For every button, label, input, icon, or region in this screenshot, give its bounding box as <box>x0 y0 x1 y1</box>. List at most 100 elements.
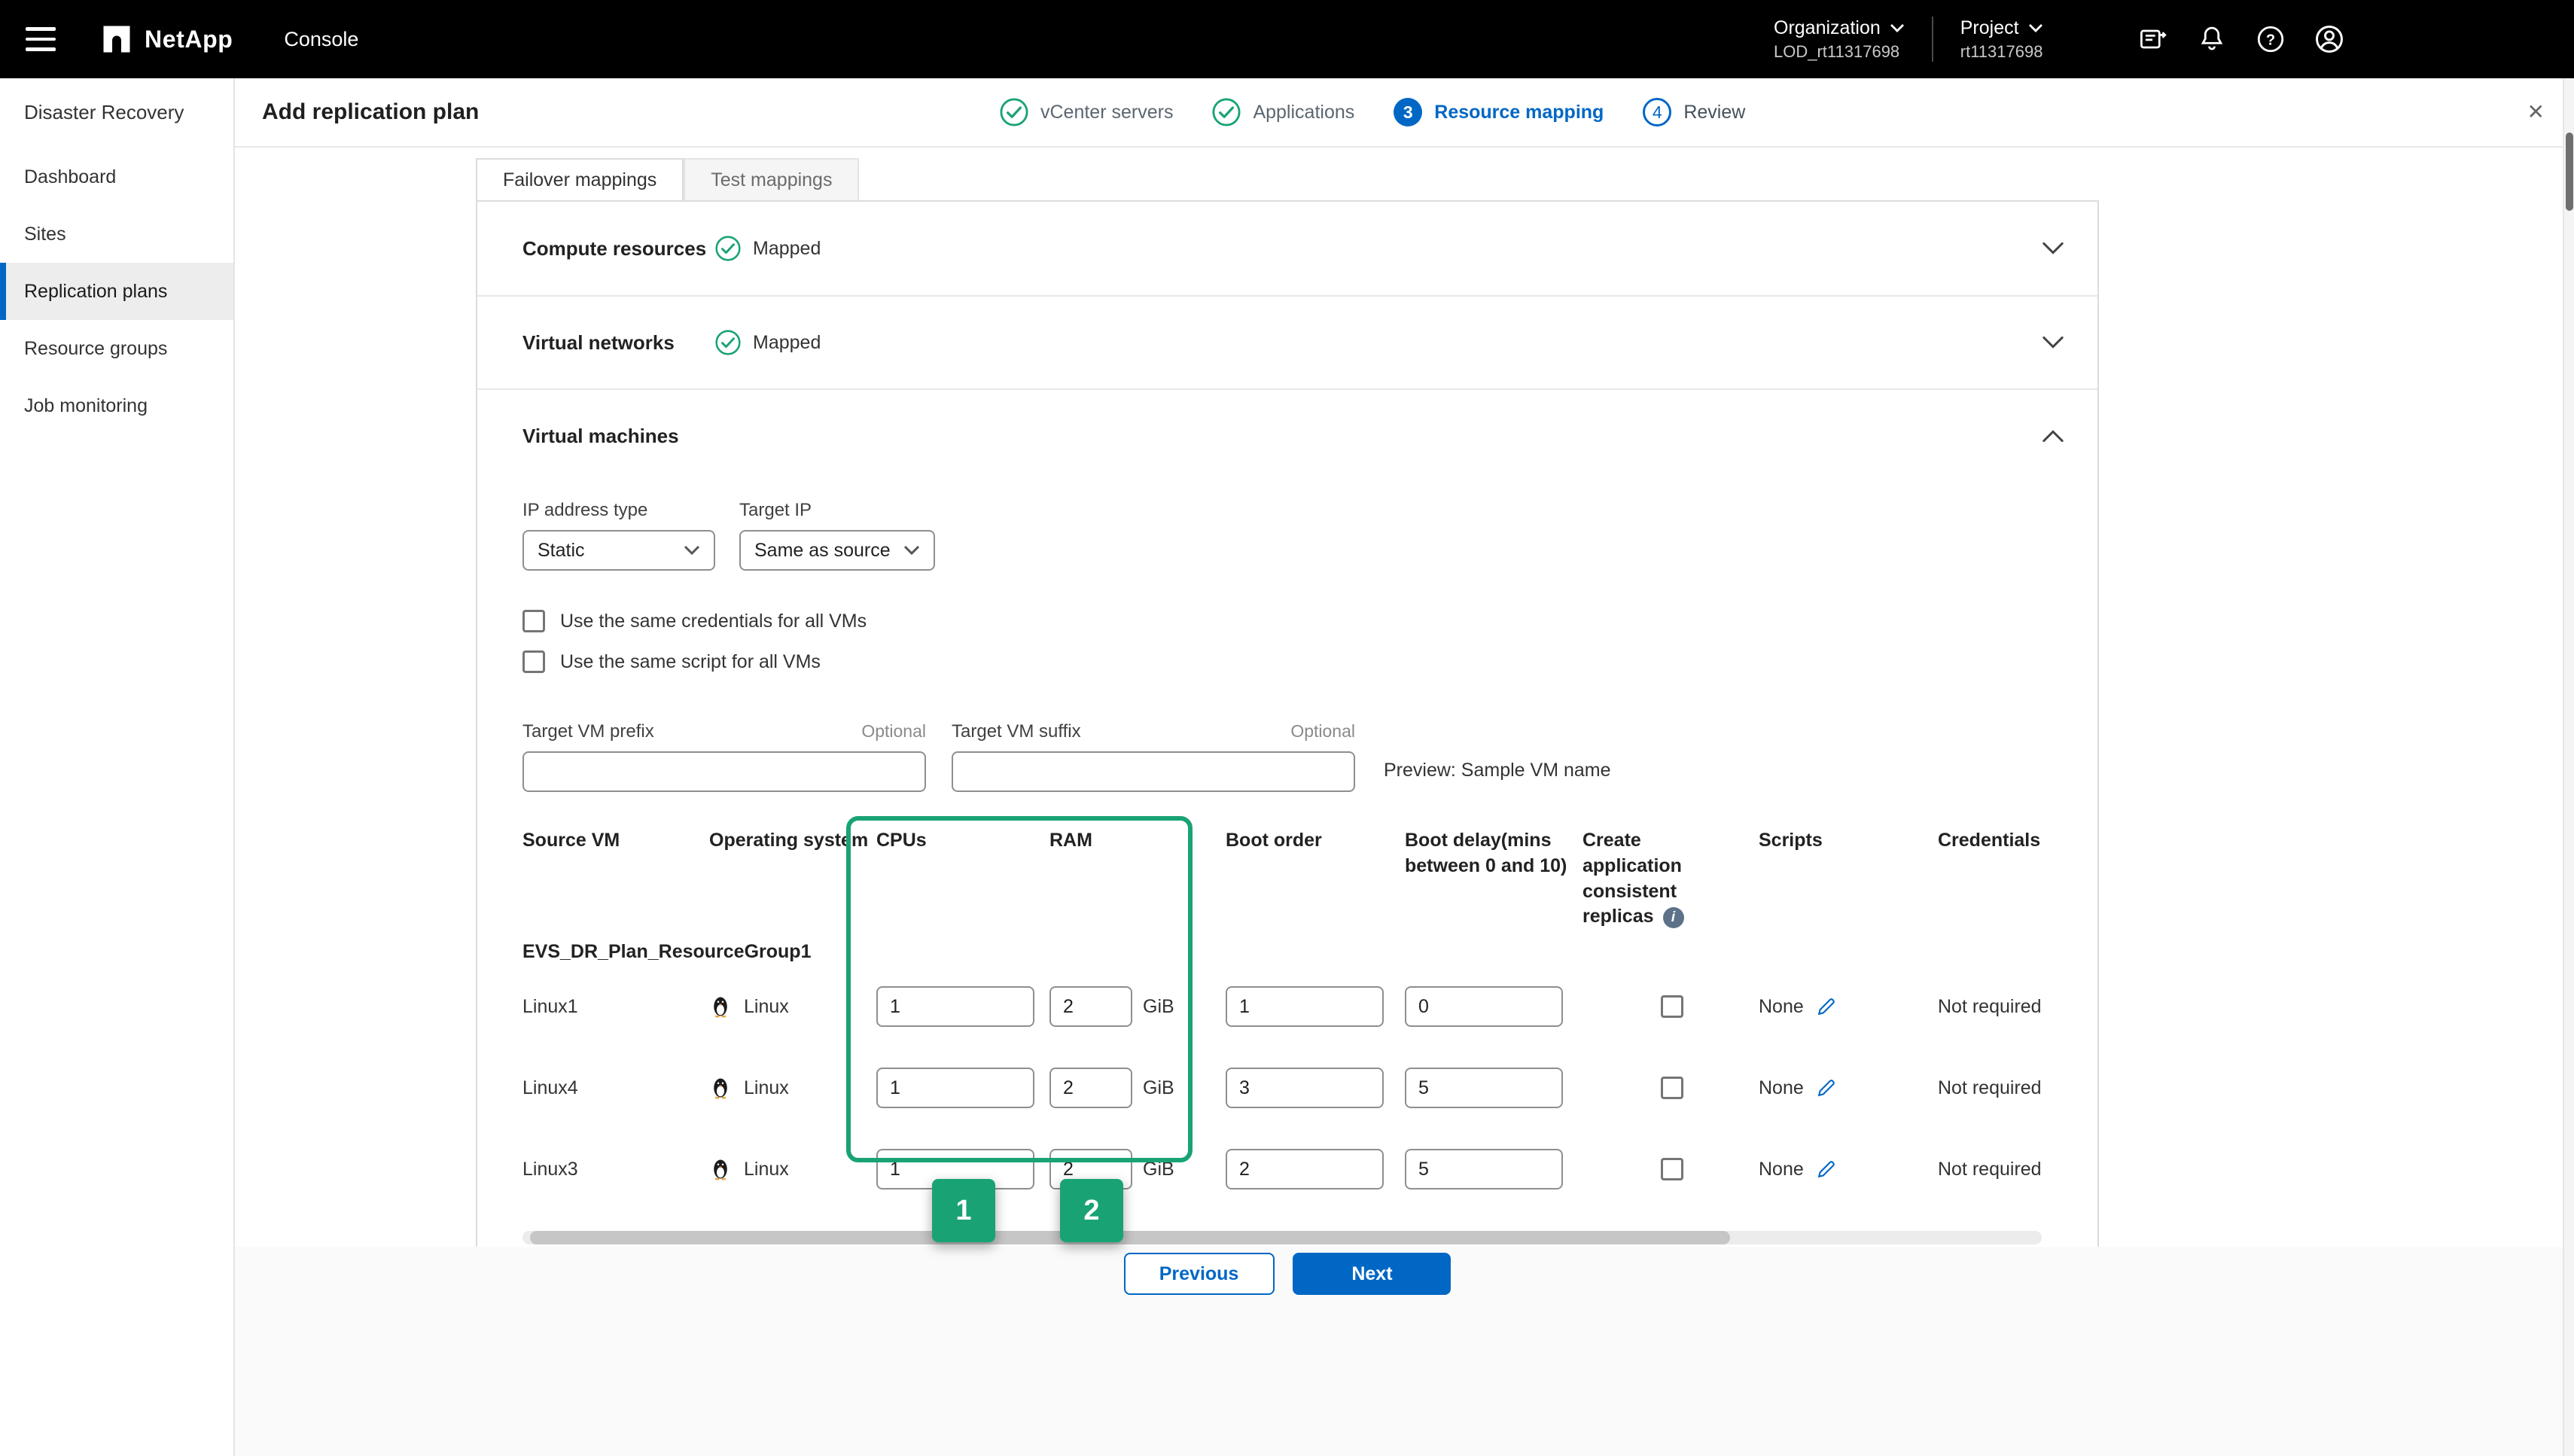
wizard-content: Failover mappings Test mappings Compute … <box>235 148 2563 1247</box>
vm-checkbox-group: Use the same credentials for all VMs Use… <box>522 610 2052 673</box>
project-selector[interactable]: Project rt11317698 <box>1960 17 2090 62</box>
ram-input[interactable] <box>1049 986 1132 1027</box>
previous-button[interactable]: Previous <box>1124 1253 1275 1295</box>
vertical-scrollbar[interactable] <box>2563 78 2574 1456</box>
caret-down-icon <box>903 545 920 556</box>
step-resource-mapping[interactable]: 3 Resource mapping <box>1394 98 1604 126</box>
vm-table: Source VM Operating system CPUs RAM Boot… <box>522 828 2042 1302</box>
wizard-footer: Previous Next <box>235 1247 2574 1456</box>
boot-delay-input[interactable] <box>1405 1149 1563 1189</box>
boot-order-input[interactable] <box>1226 1068 1384 1108</box>
virtual-machines-body: IP address type Static Target IP Same as… <box>477 482 2097 1305</box>
vm-os: Linux <box>709 1156 876 1182</box>
hamburger-menu-icon[interactable] <box>26 27 56 51</box>
project-label: Project <box>1960 17 2019 39</box>
target-ip-field: Target IP Same as source <box>739 500 935 571</box>
horizontal-scrollbar[interactable] <box>522 1231 2042 1244</box>
edit-script-icon[interactable] <box>1816 1077 1837 1098</box>
organization-label: Organization <box>1774 17 1881 39</box>
vm-name-settings-row: Target VM prefix Optional Target VM suff… <box>522 721 2052 792</box>
mapping-tabs: Failover mappings Test mappings <box>476 158 2563 200</box>
same-credentials-row: Use the same credentials for all VMs <box>522 610 2052 632</box>
vm-name-preview: Preview: Sample VM name <box>1384 760 1611 792</box>
topbar: NetApp Console Organization LOD_rt113176… <box>0 0 2574 78</box>
chevron-down-icon <box>1890 23 1905 33</box>
sidebar-item-dashboard[interactable]: Dashboard <box>0 148 233 206</box>
vm-os: Linux <box>709 994 876 1019</box>
chevron-up-icon[interactable] <box>2042 428 2064 443</box>
edit-script-icon[interactable] <box>1816 1159 1837 1180</box>
same-script-checkbox[interactable] <box>522 650 545 673</box>
target-ip-select[interactable]: Same as source <box>739 530 935 571</box>
vm-os: Linux <box>709 1075 876 1101</box>
target-vm-prefix-label: Target VM prefix <box>522 721 654 742</box>
sidebar-nav: Dashboard Sites Replication plans Resour… <box>0 148 233 434</box>
step-label: Applications <box>1253 102 1354 123</box>
section-compute-resources: Compute resources Mapped <box>477 202 2097 295</box>
account-icon[interactable] <box>2311 21 2347 57</box>
ip-address-type-field: IP address type Static <box>522 500 715 571</box>
close-icon[interactable]: ✕ <box>2527 99 2545 124</box>
annotation-badge-2: 2 <box>1060 1179 1123 1242</box>
tab-test-mappings[interactable]: Test mappings <box>684 158 859 200</box>
horizontal-scrollbar-thumb[interactable] <box>530 1231 1730 1244</box>
boot-order-input[interactable] <box>1226 986 1384 1027</box>
linux-penguin-icon <box>709 1156 732 1182</box>
brand-text: NetApp <box>145 26 233 53</box>
check-circle-icon <box>715 330 741 355</box>
cpus-input[interactable] <box>876 986 1034 1027</box>
target-vm-prefix-input[interactable] <box>522 751 926 792</box>
boot-delay-input[interactable] <box>1405 1068 1563 1108</box>
sidebar: Disaster Recovery Dashboard Sites Replic… <box>0 78 235 1456</box>
sidebar-item-sites[interactable]: Sites <box>0 206 233 263</box>
section-title: Virtual machines <box>522 425 715 448</box>
col-ram: RAM <box>1049 828 1226 854</box>
resource-group-row: EVS_DR_Plan_ResourceGroup1 <box>522 930 2042 966</box>
sidebar-item-resource-groups[interactable]: Resource groups <box>0 320 233 377</box>
step-applications[interactable]: Applications <box>1212 98 1354 126</box>
consistent-replicas-checkbox[interactable] <box>1661 1158 1683 1180</box>
target-vm-suffix-field: Target VM suffix Optional <box>952 721 1355 792</box>
edit-script-icon[interactable] <box>1816 996 1837 1017</box>
vertical-scrollbar-thumb[interactable] <box>2566 133 2573 211</box>
sidebar-item-replication-plans[interactable]: Replication plans <box>0 263 233 320</box>
credentials-value: Not required <box>1938 1077 2042 1099</box>
consistent-replicas-checkbox[interactable] <box>1661 995 1683 1018</box>
chevron-down-icon[interactable] <box>2042 335 2064 350</box>
step-label: Review <box>1683 102 1745 123</box>
boot-delay-input[interactable] <box>1405 986 1563 1027</box>
vm-name: Linux1 <box>522 996 709 1018</box>
cpus-input[interactable] <box>876 1068 1034 1108</box>
same-credentials-label: Use the same credentials for all VMs <box>560 611 867 632</box>
ip-address-type-select[interactable]: Static <box>522 530 715 571</box>
notifications-bell-icon[interactable] <box>2194 21 2230 57</box>
organization-value: LOD_rt11317698 <box>1774 42 1905 62</box>
target-vm-suffix-input[interactable] <box>952 751 1355 792</box>
col-boot-order: Boot order <box>1226 828 1405 854</box>
help-icon[interactable]: ? <box>2253 21 2289 57</box>
sidebar-title: Disaster Recovery <box>0 78 233 139</box>
ip-address-type-label: IP address type <box>522 500 715 521</box>
step-vcenter-servers[interactable]: vCenter servers <box>1000 98 1173 126</box>
ram-input[interactable] <box>1049 1068 1132 1108</box>
next-button[interactable]: Next <box>1293 1253 1451 1295</box>
step-review[interactable]: 4 Review <box>1643 98 1745 126</box>
linux-penguin-icon <box>709 994 732 1019</box>
sidebar-item-job-monitoring[interactable]: Job monitoring <box>0 377 233 434</box>
col-boot-delay: Boot delay(mins between 0 and 10) <box>1405 828 1582 879</box>
console-switcher-icon[interactable] <box>2135 21 2171 57</box>
col-source-vm: Source VM <box>522 828 709 854</box>
tab-failover-mappings[interactable]: Failover mappings <box>476 158 684 200</box>
app-root: NetApp Console Organization LOD_rt113176… <box>0 0 2574 1456</box>
info-icon[interactable] <box>1663 907 1684 928</box>
status-text: Mapped <box>753 332 821 354</box>
consistent-replicas-checkbox[interactable] <box>1661 1077 1683 1099</box>
scripts-value: None <box>1759 1159 1804 1180</box>
boot-order-input[interactable] <box>1226 1149 1384 1189</box>
organization-selector[interactable]: Organization LOD_rt11317698 <box>1774 17 1905 62</box>
chevron-down-icon[interactable] <box>2042 241 2064 256</box>
optional-label: Optional <box>1290 721 1355 742</box>
status-text: Mapped <box>753 238 821 260</box>
netapp-mark-icon <box>101 23 133 55</box>
same-credentials-checkbox[interactable] <box>522 610 545 632</box>
